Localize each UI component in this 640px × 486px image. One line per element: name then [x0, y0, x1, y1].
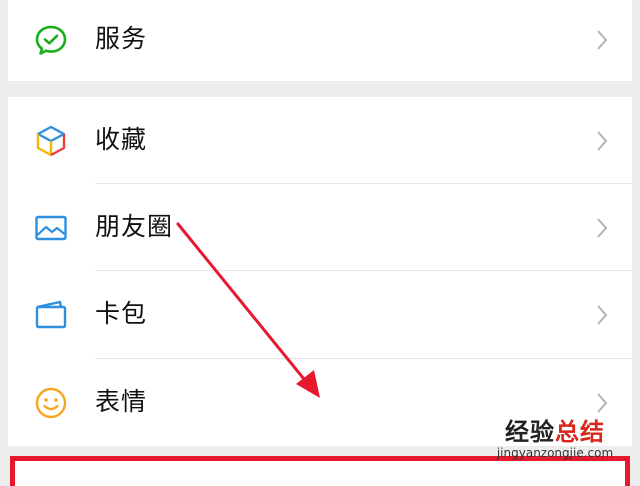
menu-item-services-label: 服务	[95, 24, 148, 53]
chevron-right-icon	[596, 217, 608, 239]
chat-check-icon	[34, 23, 68, 57]
menu-item-services[interactable]: 服务	[8, 0, 632, 83]
watermark-url: jingyanzongjie.com	[496, 446, 614, 460]
menu-item-favorites-label: 收藏	[95, 125, 148, 154]
picture-icon	[34, 211, 68, 245]
menu-item-cards[interactable]: 卡包	[8, 271, 632, 358]
features-panel: 收藏 朋友圈 卡包 表情	[8, 97, 632, 446]
smiley-icon	[34, 386, 68, 420]
watermark-title: 经验总结	[480, 418, 630, 446]
highlight-box	[10, 456, 630, 486]
watermark-suffix: 总结	[555, 417, 605, 446]
services-panel: 服务	[8, 0, 632, 81]
chevron-right-icon	[596, 29, 608, 51]
chevron-right-icon	[596, 304, 608, 326]
menu-item-favorites[interactable]: 收藏	[8, 97, 632, 184]
chevron-right-icon	[596, 392, 608, 414]
menu-item-cards-label: 卡包	[95, 299, 148, 328]
menu-item-moments-label: 朋友圈	[95, 212, 174, 241]
cube-icon	[34, 124, 68, 158]
chevron-right-icon	[596, 130, 608, 152]
menu-item-stickers-label: 表情	[95, 387, 148, 416]
wallet-icon	[34, 298, 68, 332]
watermark-prefix: 经验	[505, 417, 555, 446]
watermark: 经验总结 jingyanzongjie.com	[480, 418, 630, 461]
menu-item-moments[interactable]: 朋友圈	[8, 184, 632, 271]
